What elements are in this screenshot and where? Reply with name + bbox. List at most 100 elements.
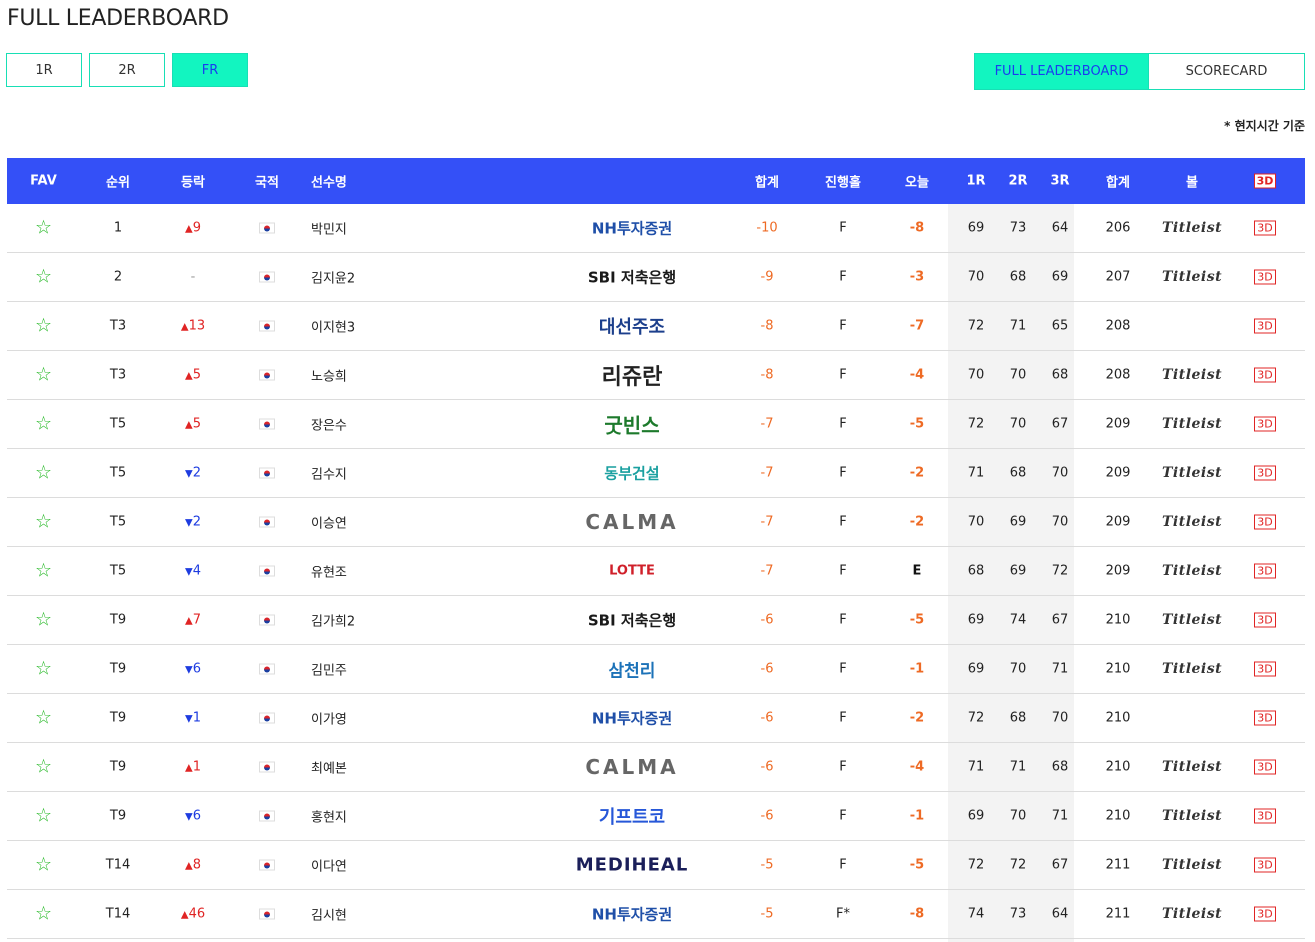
table-row[interactable]: ☆ T9 ▼6 김민주 삼천리 -6 F -1 69 70 71 210 Titleist 3D bbox=[7, 645, 1305, 694]
sponsor-logo-text: CALMA bbox=[585, 755, 679, 779]
rank-change-value: 8 bbox=[192, 857, 201, 873]
col-hole: 진행홀 bbox=[825, 175, 861, 191]
sponsor-logo-text: 동부건설 bbox=[604, 464, 660, 483]
round-tabs: 1R 2R FR bbox=[6, 53, 248, 87]
sponsor-logo: NH투자증권 bbox=[567, 708, 697, 729]
table-row[interactable]: ☆ 1 ▲9 박민지 NH투자증권 -10 F -8 69 73 64 206 Titleist 3D bbox=[7, 204, 1305, 253]
3d-cell: 3D bbox=[1250, 220, 1280, 236]
timezone-note: * 현지시간 기준 bbox=[1224, 119, 1305, 133]
table-row[interactable]: ☆ T5 ▼2 이승연 CALMA -7 F -2 70 69 70 209 Titleist 3D bbox=[7, 498, 1305, 547]
player-name[interactable]: 이승연 bbox=[311, 513, 511, 532]
col-nationality: 국적 bbox=[255, 175, 279, 191]
star-icon[interactable]: ☆ bbox=[35, 511, 52, 533]
arrow-down-icon: ▼ bbox=[185, 468, 193, 480]
arrow-up-icon: ▲ bbox=[185, 860, 193, 872]
table-row[interactable]: ☆ T14 ▲46 김시현 NH투자증권 -5 F* -8 74 73 64 211 Titleist 3… bbox=[7, 890, 1305, 939]
total-score: -10 bbox=[756, 220, 778, 236]
view-3d-button[interactable]: 3D bbox=[1254, 269, 1276, 285]
player-name[interactable]: 노승희 bbox=[311, 366, 511, 385]
3d-cell: 3D bbox=[1250, 367, 1280, 383]
holes-played: F bbox=[839, 710, 847, 726]
arrow-up-icon: ▲ bbox=[185, 762, 193, 774]
star-icon[interactable]: ☆ bbox=[35, 266, 52, 288]
sponsor-logo: CALMA bbox=[567, 510, 697, 534]
star-icon[interactable]: ☆ bbox=[35, 315, 52, 337]
player-name[interactable]: 김지윤2 bbox=[311, 268, 511, 287]
view-3d-button[interactable]: 3D bbox=[1254, 465, 1276, 481]
star-icon[interactable]: ☆ bbox=[35, 560, 52, 582]
tab-fr[interactable]: FR bbox=[172, 53, 248, 87]
table-row[interactable]: ☆ T3 ▲13 이지현3 대선주조 -8 F -7 72 71 65 208 3D bbox=[7, 302, 1305, 351]
korea-flag-icon bbox=[259, 663, 275, 675]
player-name[interactable]: 김가희2 bbox=[311, 611, 511, 630]
sponsor-logo: SBI 저축은행 bbox=[567, 610, 697, 631]
table-row[interactable]: ☆ T5 ▼2 김수지 동부건설 -7 F -2 71 68 70 209 Titleist 3D bbox=[7, 449, 1305, 498]
player-name[interactable]: 박민지 bbox=[311, 219, 511, 238]
player-name[interactable]: 김수지 bbox=[311, 464, 511, 483]
rank-change: ▼2 bbox=[163, 515, 223, 530]
player-name[interactable]: 이다연 bbox=[311, 856, 511, 875]
star-icon[interactable]: ☆ bbox=[35, 903, 52, 925]
player-name[interactable]: 홍현지 bbox=[311, 807, 511, 826]
player-name[interactable]: 이지현3 bbox=[311, 317, 511, 336]
star-icon[interactable]: ☆ bbox=[35, 217, 52, 239]
ball-brand: Titleist bbox=[1162, 514, 1222, 530]
player-name[interactable]: 유현조 bbox=[311, 562, 511, 581]
player-name[interactable]: 최예본 bbox=[311, 758, 511, 777]
table-row[interactable]: ☆ T14 ▲8 이다연 MEDIHEAL -5 F -5 72 72 67 211 Titleist 3… bbox=[7, 841, 1305, 890]
view-3d-button[interactable]: 3D bbox=[1254, 906, 1276, 922]
star-icon[interactable]: ☆ bbox=[35, 462, 52, 484]
col-r2: 2R bbox=[1008, 173, 1028, 189]
player-name[interactable]: 김민주 bbox=[311, 660, 511, 679]
table-row[interactable]: ☆ 2 - 김지윤2 SBI 저축은행 -9 F -3 70 68 69 207 Titleist 3D bbox=[7, 253, 1305, 302]
tab-scorecard[interactable]: SCORECARD bbox=[1149, 53, 1305, 90]
star-icon[interactable]: ☆ bbox=[35, 364, 52, 386]
view-3d-button[interactable]: 3D bbox=[1254, 220, 1276, 236]
rank: T9 bbox=[109, 612, 127, 628]
table-row[interactable]: ☆ T5 ▼4 유현조 LOTTE -7 F E 68 69 72 209 Titleist 3D bbox=[7, 547, 1305, 596]
col-total: 합계 bbox=[755, 175, 779, 191]
tab-full-leaderboard[interactable]: FULL LEADERBOARD bbox=[974, 53, 1149, 90]
star-icon[interactable]: ☆ bbox=[35, 707, 52, 729]
header-3d-badge: 3D bbox=[1253, 173, 1277, 189]
view-3d-button[interactable]: 3D bbox=[1254, 808, 1276, 824]
table-row[interactable]: ☆ T9 ▲1 최예본 CALMA -6 F -4 71 71 68 210 Titleist 3D bbox=[7, 743, 1305, 792]
star-icon[interactable]: ☆ bbox=[35, 854, 52, 876]
star-icon[interactable]: ☆ bbox=[35, 658, 52, 680]
korea-flag-icon bbox=[259, 712, 275, 724]
view-3d-button[interactable]: 3D bbox=[1254, 857, 1276, 873]
player-name[interactable]: 장은수 bbox=[311, 415, 511, 434]
view-3d-button[interactable]: 3D bbox=[1254, 710, 1276, 726]
view-3d-button[interactable]: 3D bbox=[1254, 563, 1276, 579]
table-row[interactable]: ☆ T9 ▼1 이가영 NH투자증권 -6 F -2 72 68 70 210 3D bbox=[7, 694, 1305, 743]
table-row[interactable]: ☆ T9 ▲7 김가희2 SBI 저축은행 -6 F -5 69 74 67 210 Titleist 3… bbox=[7, 596, 1305, 645]
view-3d-button[interactable]: 3D bbox=[1254, 759, 1276, 775]
view-3d-button[interactable]: 3D bbox=[1254, 367, 1276, 383]
ball-brand-logo: Titleist bbox=[1162, 906, 1223, 922]
3d-cell: 3D bbox=[1250, 661, 1280, 677]
view-3d-button[interactable]: 3D bbox=[1254, 416, 1276, 432]
table-row[interactable]: ☆ T9 ▼6 홍현지 기프트코 -6 F -1 69 70 71 210 Titleist 3D bbox=[7, 792, 1305, 841]
view-3d-button[interactable]: 3D bbox=[1254, 318, 1276, 334]
rank-change-value: 1 bbox=[192, 710, 201, 726]
3d-cell: 3D bbox=[1250, 269, 1280, 285]
tab-1r[interactable]: 1R bbox=[6, 53, 82, 87]
table-body: ☆ 1 ▲9 박민지 NH투자증권 -10 F -8 69 73 64 206 Titleist 3D ☆ 2… bbox=[7, 204, 1305, 939]
star-icon[interactable]: ☆ bbox=[35, 609, 52, 631]
round3-score: 64 bbox=[1051, 906, 1069, 922]
tab-2r[interactable]: 2R bbox=[89, 53, 165, 87]
player-name[interactable]: 이가영 bbox=[311, 709, 511, 728]
table-row[interactable]: ☆ T3 ▲5 노승희 리쥬란 -8 F -4 70 70 68 208 Titleist 3D bbox=[7, 351, 1305, 400]
star-icon[interactable]: ☆ bbox=[35, 805, 52, 827]
player-name[interactable]: 김시현 bbox=[311, 905, 511, 924]
nationality bbox=[252, 760, 282, 775]
view-3d-button[interactable]: 3D bbox=[1254, 612, 1276, 628]
round2-score: 72 bbox=[1009, 857, 1027, 873]
star-icon[interactable]: ☆ bbox=[35, 756, 52, 778]
view-3d-button[interactable]: 3D bbox=[1254, 661, 1276, 677]
arrow-up-icon: ▲ bbox=[185, 370, 193, 382]
star-icon[interactable]: ☆ bbox=[35, 413, 52, 435]
view-3d-button[interactable]: 3D bbox=[1254, 514, 1276, 530]
sponsor-logo: 대선주조 bbox=[567, 313, 697, 339]
table-row[interactable]: ☆ T5 ▲5 장은수 굿빈스 -7 F -5 72 70 67 209 Titleist 3D bbox=[7, 400, 1305, 449]
